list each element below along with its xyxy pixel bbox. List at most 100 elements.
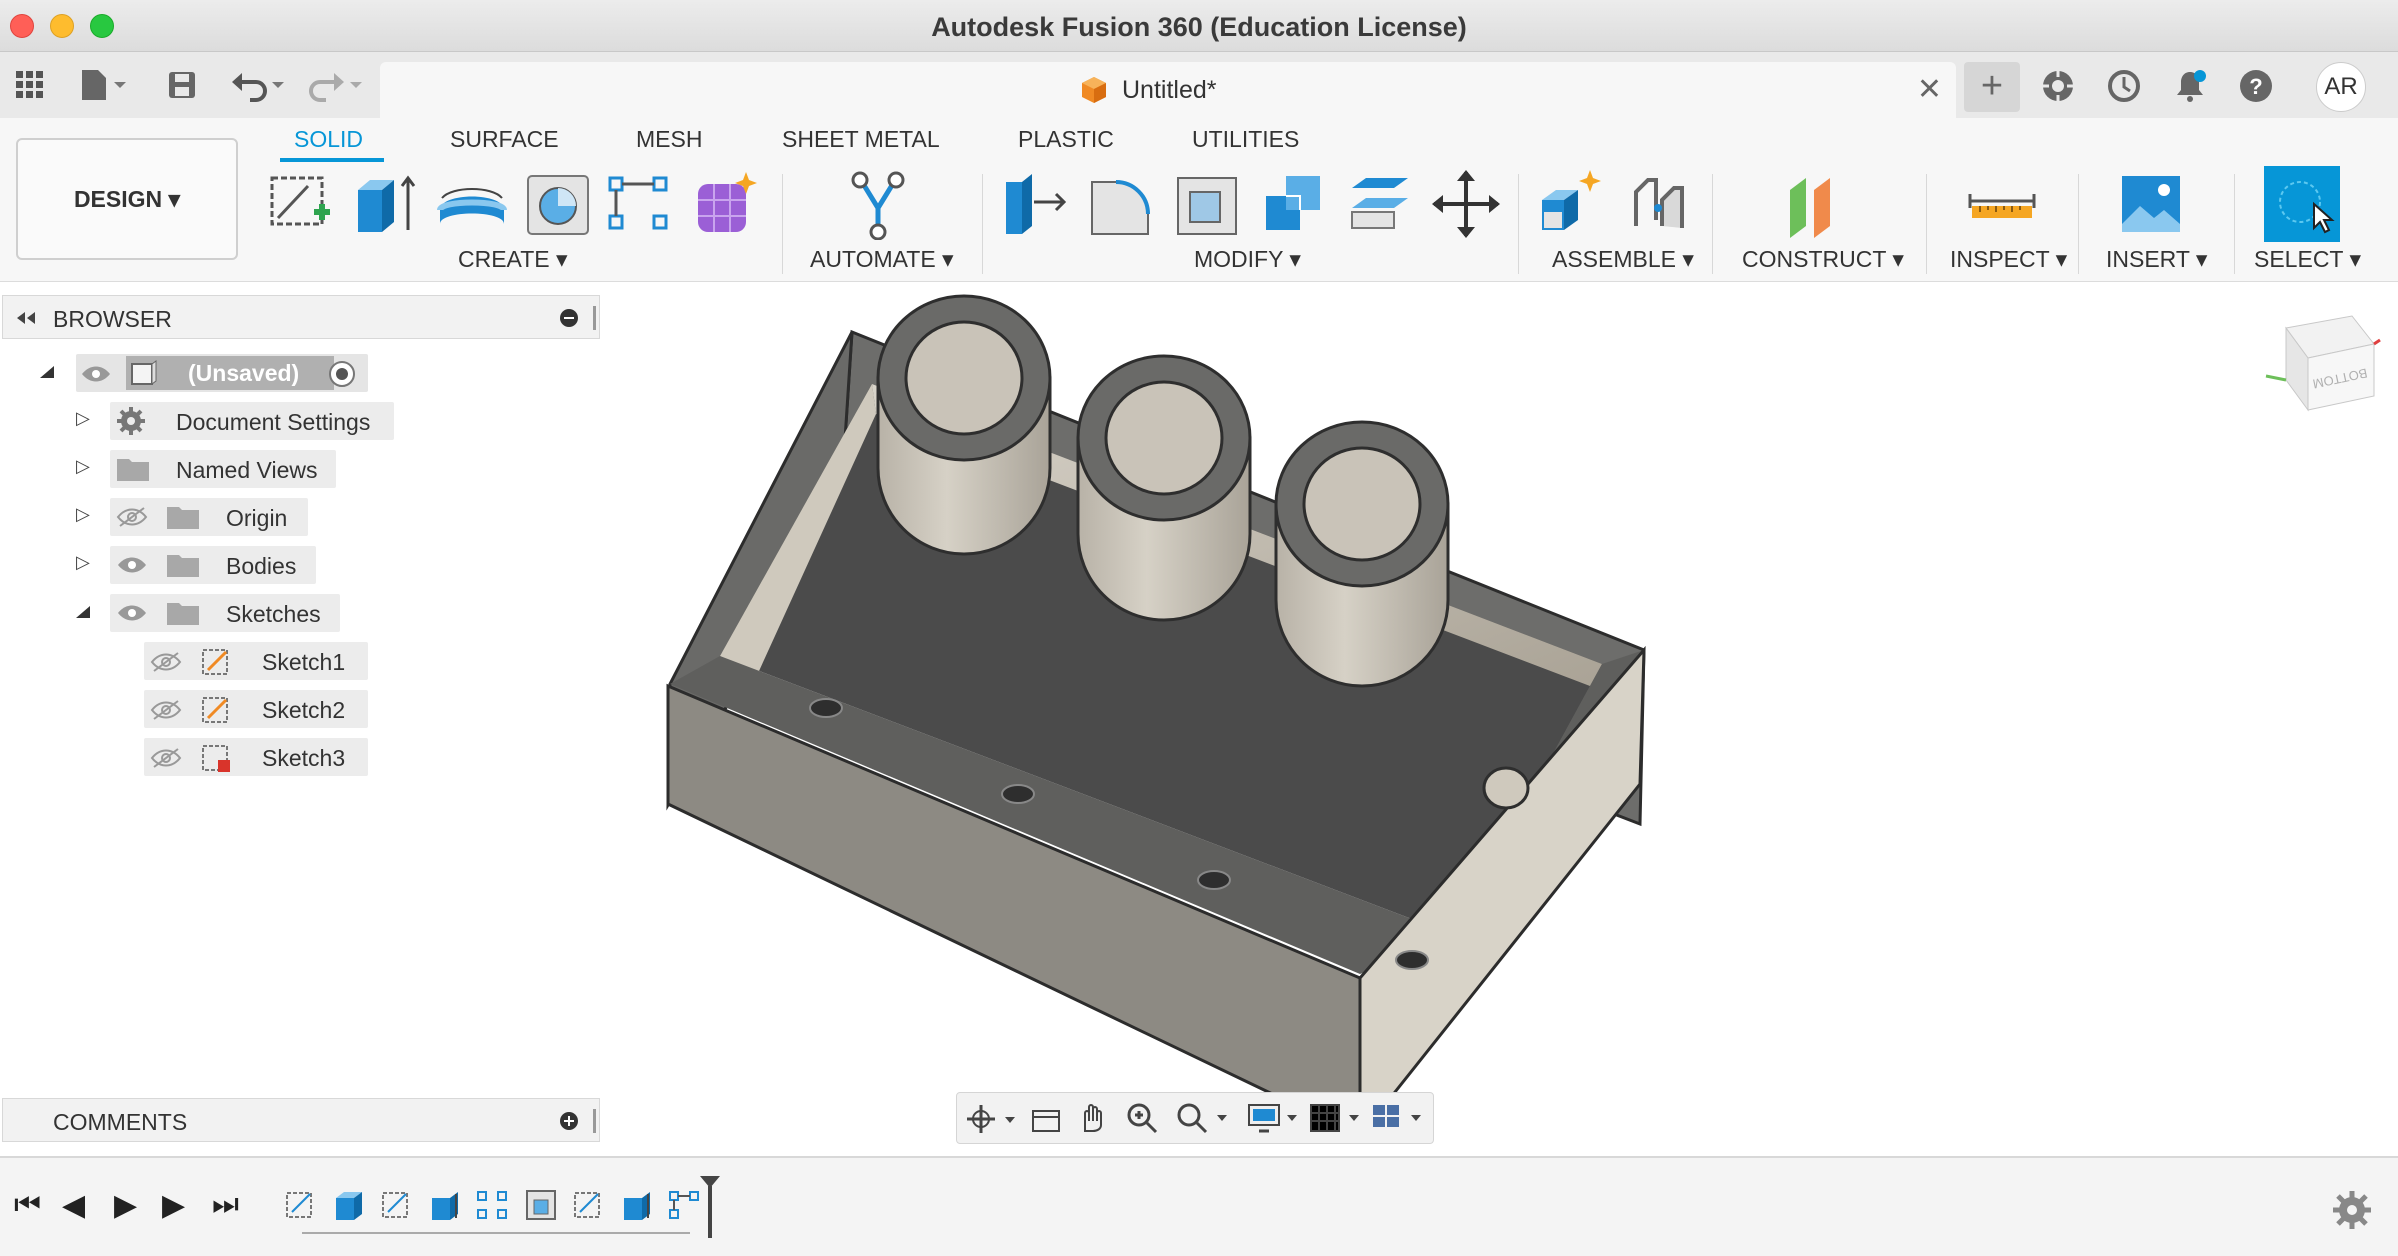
insert-image-icon[interactable] <box>2116 168 2188 240</box>
timeline-bar: ⏮ ◀︎ ▶︎ ▶︎ ⏭ <box>0 1156 2398 1256</box>
timeline-extrude-feature-icon[interactable] <box>620 1188 654 1222</box>
form-icon[interactable] <box>690 168 762 240</box>
hole-icon[interactable] <box>522 168 594 240</box>
tab-surface[interactable]: SURFACE <box>450 126 559 153</box>
user-avatar[interactable]: AR <box>2316 62 2366 112</box>
automate-menu[interactable]: AUTOMATE ▾ <box>810 246 954 273</box>
play-icon[interactable]: ▶︎ <box>114 1188 137 1223</box>
visibility-eye-icon[interactable] <box>80 364 112 384</box>
redo-icon[interactable] <box>304 64 368 106</box>
visibility-eye-icon[interactable] <box>116 603 148 623</box>
timeline-settings-icon[interactable] <box>2330 1188 2374 1232</box>
navigation-bar <box>956 1092 1434 1144</box>
timeline-shell-feature-icon[interactable] <box>524 1188 558 1222</box>
pattern-icon[interactable] <box>604 168 676 240</box>
stud-tube <box>1076 354 1252 622</box>
timeline-sketch-feature-icon[interactable] <box>572 1188 606 1222</box>
document-tab[interactable]: Untitled* ✕ <box>380 62 1956 118</box>
job-status-icon[interactable] <box>2106 68 2142 104</box>
help-icon[interactable]: ? <box>2238 68 2274 104</box>
tree-item-label: Sketch2 <box>262 697 346 723</box>
shell-icon[interactable] <box>1172 168 1244 240</box>
tab-utilities[interactable]: UTILITIES <box>1192 126 1299 153</box>
expanded-triangle-icon[interactable] <box>36 364 56 380</box>
tab-solid[interactable]: SOLID <box>294 126 363 153</box>
create-menu[interactable]: CREATE ▾ <box>458 246 568 273</box>
hidden-eye-icon[interactable] <box>150 747 182 769</box>
automate-icon[interactable] <box>842 168 914 240</box>
move-icon[interactable] <box>1430 168 1502 240</box>
construct-menu[interactable]: CONSTRUCT ▾ <box>1742 246 1904 273</box>
timeline-sketch-feature-icon[interactable] <box>284 1188 318 1222</box>
new-tab-button[interactable]: + <box>1964 62 2020 112</box>
brick-model[interactable] <box>666 294 1646 1141</box>
panel-resize-handle[interactable] <box>593 1109 596 1133</box>
zoom-icon[interactable] <box>1125 1101 1159 1135</box>
orbit-icon[interactable] <box>965 1103 1017 1135</box>
display-settings-icon[interactable] <box>1247 1101 1303 1135</box>
inspect-menu[interactable]: INSPECT ▾ <box>1950 246 2067 273</box>
collapsed-triangle-icon[interactable]: ▷ <box>76 552 90 573</box>
comments-title: COMMENTS <box>53 1109 188 1135</box>
timeline-extrude-feature-icon[interactable] <box>332 1188 366 1222</box>
new-component-icon[interactable] <box>1536 168 1608 240</box>
save-icon[interactable] <box>160 64 204 106</box>
activate-radio-icon[interactable] <box>328 360 356 388</box>
joint-icon[interactable] <box>1622 168 1694 240</box>
apps-grid-icon[interactable] <box>10 64 50 106</box>
create-sketch-icon[interactable] <box>264 168 336 240</box>
go-to-end-icon[interactable]: ⏭ <box>212 1188 239 1222</box>
minimize-panel-icon[interactable] <box>559 308 579 328</box>
viewcube[interactable]: BOTTOM <box>2256 310 2382 420</box>
offset-plane-icon[interactable] <box>1780 168 1852 240</box>
stud-tube <box>876 294 1052 556</box>
workspace-switcher-button[interactable]: DESIGN ▾ <box>16 138 238 260</box>
panel-resize-handle[interactable] <box>593 306 596 330</box>
insert-menu[interactable]: INSERT ▾ <box>2106 246 2207 273</box>
collapsed-triangle-icon[interactable]: ▷ <box>76 456 90 477</box>
select-tool-button[interactable] <box>2264 166 2340 242</box>
comments-panel-header: COMMENTS <box>2 1098 600 1142</box>
visibility-eye-icon[interactable] <box>116 555 148 575</box>
collapsed-triangle-icon[interactable]: ▷ <box>76 504 90 525</box>
extensions-icon[interactable] <box>2040 68 2076 104</box>
measure-icon[interactable] <box>1966 168 2038 240</box>
tab-mesh[interactable]: MESH <box>636 126 702 153</box>
collapsed-triangle-icon[interactable]: ▷ <box>76 408 90 429</box>
grid-settings-icon[interactable] <box>1309 1101 1365 1135</box>
collapse-panel-icon[interactable] <box>15 310 37 326</box>
timeline-pattern-feature-icon[interactable] <box>476 1188 510 1222</box>
3d-viewport[interactable] <box>600 284 2398 1152</box>
add-comment-icon[interactable] <box>559 1111 579 1131</box>
step-forward-icon[interactable]: ▶︎ <box>162 1188 185 1223</box>
revolve-icon[interactable] <box>436 168 508 240</box>
timeline-marker[interactable] <box>696 1174 724 1240</box>
notifications-icon[interactable] <box>2172 68 2208 104</box>
hidden-eye-icon[interactable] <box>150 651 182 673</box>
select-menu[interactable]: SELECT ▾ <box>2254 246 2361 273</box>
tree-item-label: Origin <box>226 505 288 531</box>
close-tab-icon[interactable]: ✕ <box>1917 72 1942 107</box>
step-back-icon[interactable]: ◀︎ <box>62 1188 85 1223</box>
timeline-sketch-feature-icon[interactable] <box>380 1188 414 1222</box>
fit-zoom-icon[interactable] <box>1175 1101 1231 1135</box>
look-at-icon[interactable] <box>1029 1103 1063 1135</box>
timeline-extrude-feature-icon[interactable] <box>428 1188 462 1222</box>
combine-icon[interactable] <box>1258 168 1330 240</box>
expanded-triangle-icon[interactable] <box>72 604 92 620</box>
hidden-eye-icon[interactable] <box>116 506 148 528</box>
undo-icon[interactable] <box>228 64 292 106</box>
go-to-start-icon[interactable]: ⏮ <box>14 1188 41 1222</box>
press-pull-icon[interactable] <box>1000 168 1072 240</box>
assemble-menu[interactable]: ASSEMBLE ▾ <box>1552 246 1694 273</box>
offset-face-icon[interactable] <box>1344 168 1416 240</box>
extrude-icon[interactable] <box>350 168 422 240</box>
tab-sheet-metal[interactable]: SHEET METAL <box>782 126 940 153</box>
viewports-icon[interactable] <box>1371 1101 1427 1135</box>
fillet-icon[interactable] <box>1086 168 1158 240</box>
pan-hand-icon[interactable] <box>1075 1101 1109 1135</box>
tab-plastic[interactable]: PLASTIC <box>1018 126 1114 153</box>
modify-menu[interactable]: MODIFY ▾ <box>1194 246 1301 273</box>
file-menu-icon[interactable] <box>74 64 134 106</box>
hidden-eye-icon[interactable] <box>150 699 182 721</box>
